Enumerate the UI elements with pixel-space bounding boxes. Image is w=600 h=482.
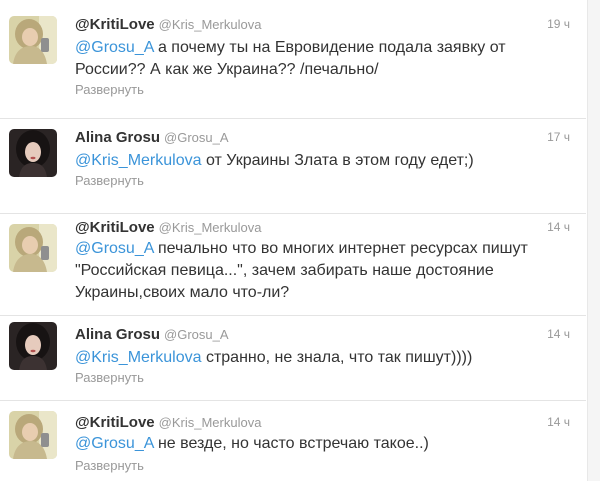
tweet[interactable]: Alina Grosu @Grosu_A 14 ч @Kris_Merkulova…	[0, 315, 586, 401]
tweet[interactable]: @KritiLove @Kris_Merkulova 19 ч @Grosu_A …	[0, 0, 586, 118]
author-handle[interactable]: @Grosu_A	[164, 327, 229, 342]
tweet-text: @Kris_Merkulova странно, не знала, что т…	[75, 347, 545, 369]
expand-link[interactable]: Развернуть	[75, 458, 144, 473]
tweet-timestamp[interactable]: 19 ч	[547, 17, 570, 31]
tweet-timestamp[interactable]: 14 ч	[547, 327, 570, 341]
tweet-body: от Украины Злата в этом году едет;)	[201, 152, 474, 169]
user-avatar-alinagrosu[interactable]	[9, 129, 57, 177]
author-name[interactable]: @KritiLove	[75, 219, 155, 236]
tweet-timestamp[interactable]: 14 ч	[547, 415, 570, 429]
author-name[interactable]: @KritiLove	[75, 16, 155, 33]
tweet-text: @Grosu_A не везде, но часто встречаю так…	[75, 433, 545, 455]
alina-avatar-image	[9, 129, 57, 177]
mention-link[interactable]: @Grosu_A	[75, 39, 154, 56]
tweet-text: @Grosu_A а почему ты на Евровидение пода…	[75, 37, 545, 81]
tweet-timeline: @KritiLove @Kris_Merkulova 19 ч @Grosu_A …	[0, 0, 600, 482]
tweet-header: Alina Grosu @Grosu_A 14 ч	[75, 326, 570, 346]
user-avatar-kritilove[interactable]	[9, 224, 57, 272]
kriti-avatar-image	[9, 224, 57, 272]
expand-link[interactable]: Развернуть	[75, 82, 144, 97]
mention-link[interactable]: @Kris_Merkulova	[75, 349, 202, 366]
scrollbar[interactable]	[587, 0, 600, 481]
user-avatar-kritilove[interactable]	[9, 411, 57, 459]
tweet-header: @KritiLove @Kris_Merkulova 14 ч	[75, 414, 570, 434]
author-name[interactable]: Alina Grosu	[75, 326, 160, 343]
tweet-body: странно, не знала, что так пишут))))	[201, 349, 473, 366]
tweet-timestamp[interactable]: 14 ч	[547, 220, 570, 234]
tweet-text: @Kris_Merkulova от Украины Злата в этом …	[75, 150, 545, 172]
mention-link[interactable]: @Grosu_A	[75, 435, 154, 452]
tweet[interactable]: @KritiLove @Kris_Merkulova 14 ч @Grosu_A …	[0, 400, 586, 482]
user-avatar-kritilove[interactable]	[9, 16, 57, 64]
tweet-timestamp[interactable]: 17 ч	[547, 130, 570, 144]
kriti-avatar-image	[9, 411, 57, 459]
alina-avatar-image	[9, 322, 57, 370]
tweet-header: @KritiLove @Kris_Merkulova 19 ч	[75, 16, 570, 36]
expand-link[interactable]: Развернуть	[75, 370, 144, 385]
kriti-avatar-image	[9, 16, 57, 64]
author-name[interactable]: Alina Grosu	[75, 129, 160, 146]
author-handle[interactable]: @Kris_Merkulova	[159, 220, 262, 235]
author-handle[interactable]: @Kris_Merkulova	[159, 415, 262, 430]
author-name[interactable]: @KritiLove	[75, 414, 155, 431]
tweet-header: @KritiLove @Kris_Merkulova 14 ч	[75, 219, 570, 239]
tweet[interactable]: Alina Grosu @Grosu_A 17 ч @Kris_Merkulova…	[0, 118, 586, 214]
tweet-body: не везде, но часто встречаю такое..)	[153, 435, 429, 452]
author-handle[interactable]: @Kris_Merkulova	[159, 17, 262, 32]
tweet-text: @Grosu_A печально что во многих интернет…	[75, 238, 545, 304]
user-avatar-alinagrosu[interactable]	[9, 322, 57, 370]
tweet[interactable]: @KritiLove @Kris_Merkulova 14 ч @Grosu_A …	[0, 213, 586, 316]
expand-link[interactable]: Развернуть	[75, 173, 144, 188]
mention-link[interactable]: @Grosu_A	[75, 240, 154, 257]
tweet-header: Alina Grosu @Grosu_A 17 ч	[75, 129, 570, 149]
mention-link[interactable]: @Kris_Merkulova	[75, 152, 202, 169]
author-handle[interactable]: @Grosu_A	[164, 130, 229, 145]
